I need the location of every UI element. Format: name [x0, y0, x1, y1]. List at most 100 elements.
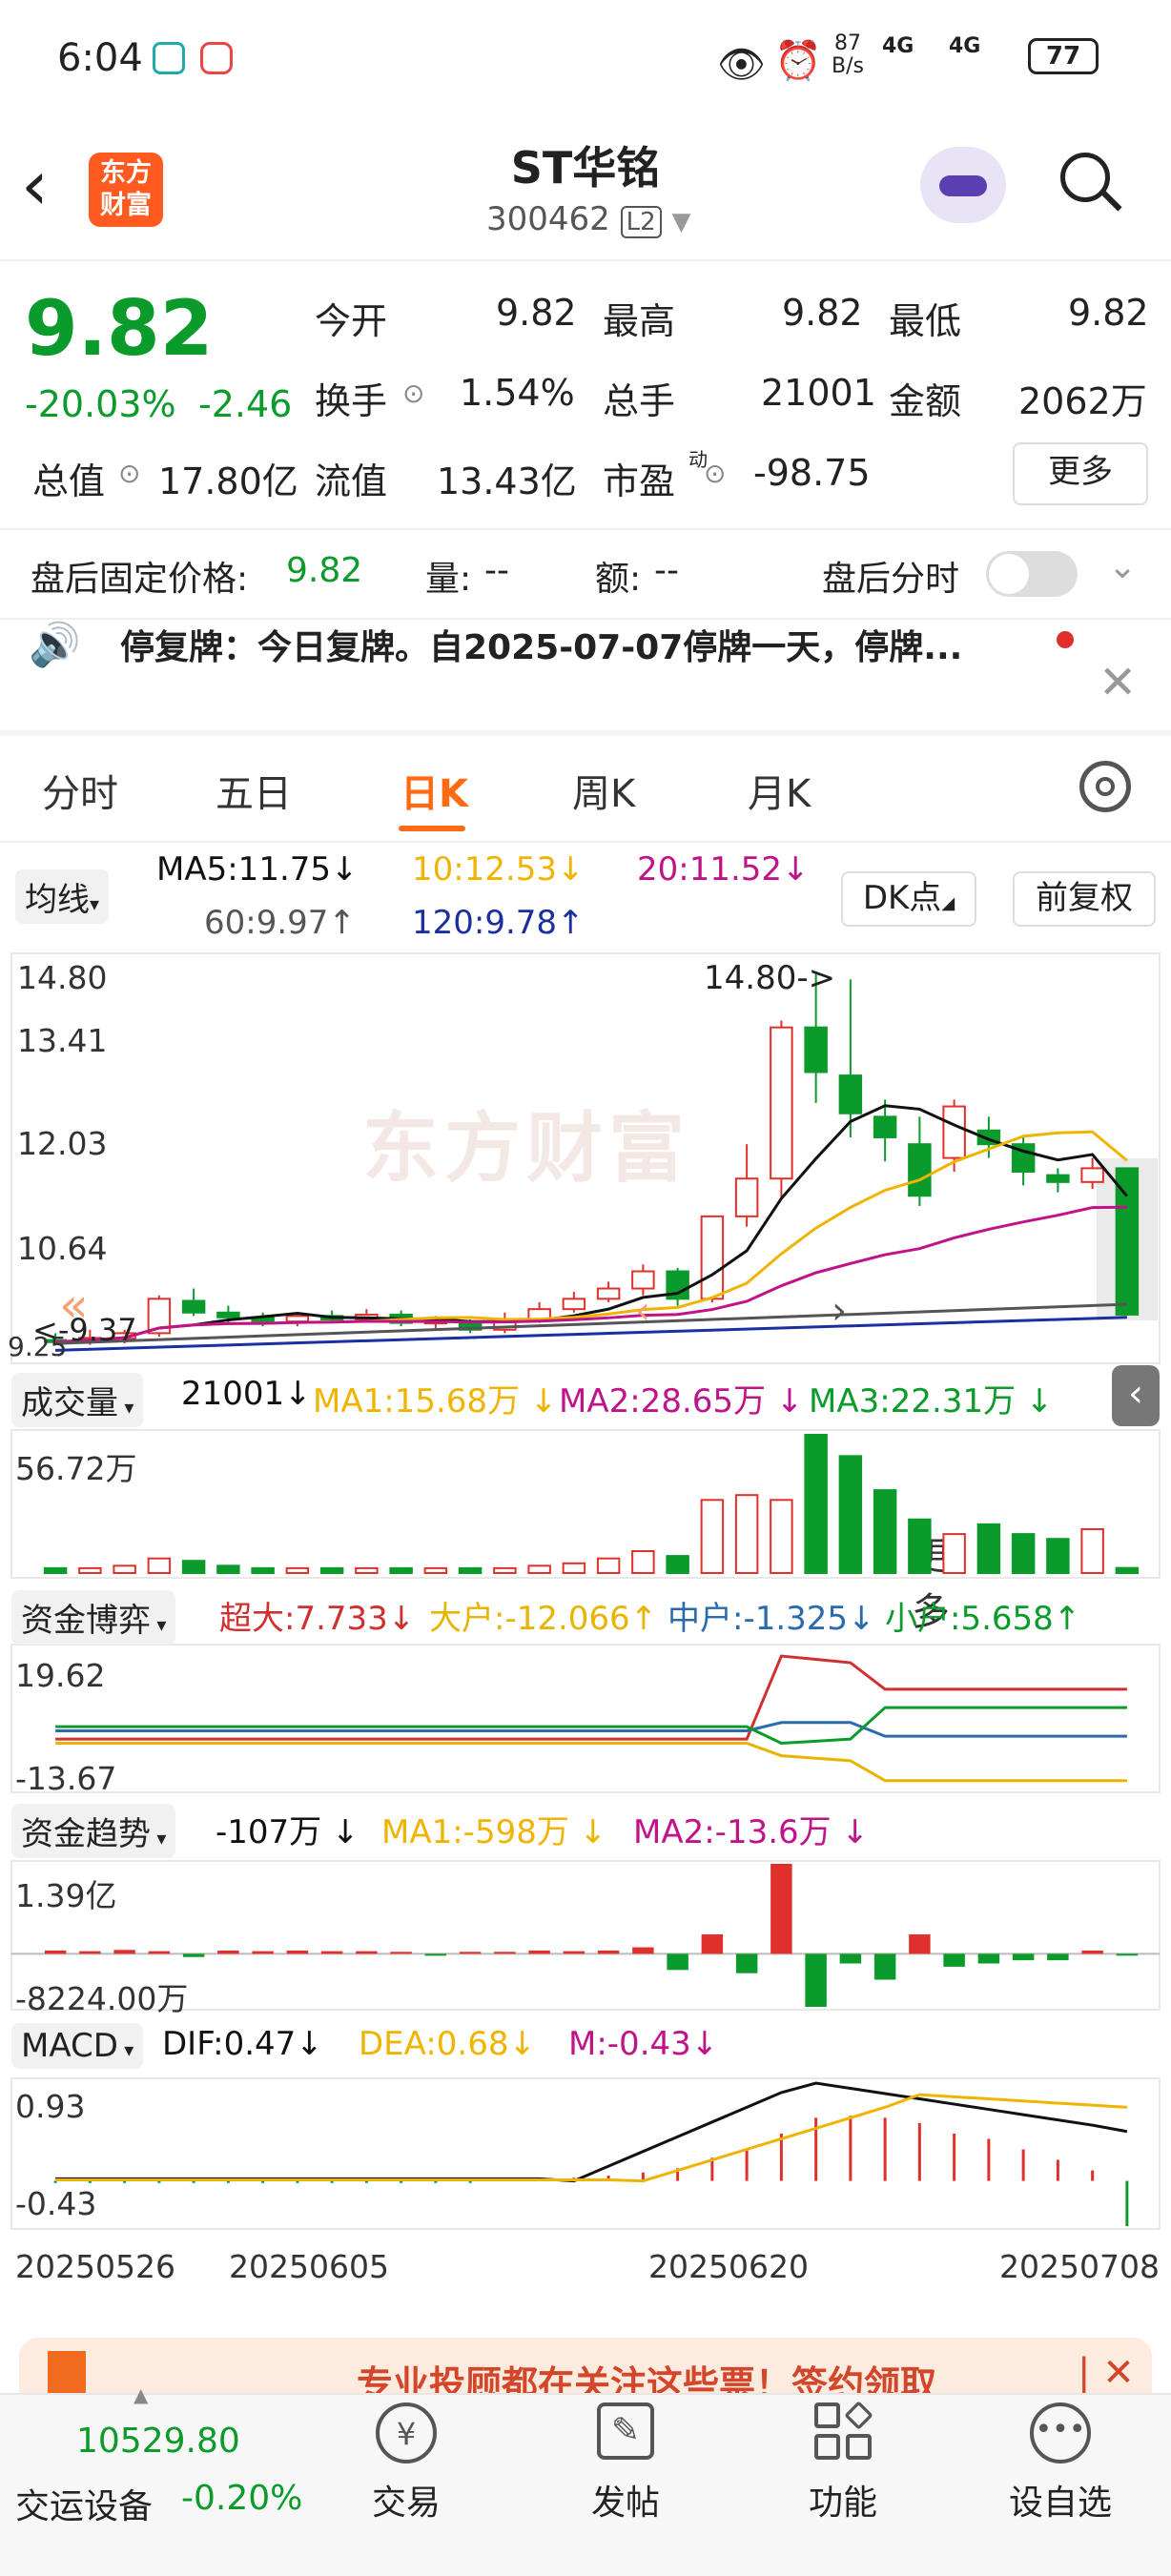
ma-selector[interactable]: 均线▾	[15, 869, 110, 924]
macd-y-bottom: -0.43	[15, 2185, 97, 2222]
nav-left-icon[interactable]: ‹	[635, 1289, 650, 1333]
clock: 6:04	[57, 36, 143, 80]
volume-bar	[319, 1566, 344, 1574]
after-hours-toggle[interactable]	[986, 551, 1078, 597]
turnover-label: 换手	[315, 380, 388, 422]
scroll-left-icon[interactable]: «	[59, 1278, 89, 1333]
open-label: 今开	[315, 300, 388, 342]
candle-body	[285, 1315, 310, 1323]
fund-trend-y-bottom: -8224.00万	[15, 1980, 189, 2017]
volume-ma1: MA1:15.68万 ↓	[313, 1382, 558, 1421]
more-button[interactable]: 更多	[1013, 442, 1148, 505]
y-label-2: 13.41	[17, 1022, 108, 1059]
volume-bar	[562, 1562, 586, 1575]
chevron-down-icon[interactable]: ⌄	[1108, 547, 1137, 586]
date-label-4: 20250708	[999, 2248, 1160, 2285]
close-icon[interactable]: ✕	[1099, 656, 1137, 709]
volume-bar	[147, 1557, 172, 1575]
volume-bar	[285, 1566, 310, 1574]
high-marker: 14.80->	[704, 959, 836, 997]
watchlist-nav-item[interactable]: ••• 设自选	[994, 2402, 1127, 2545]
candle-body	[596, 1287, 621, 1300]
trade-nav-item[interactable]: ¥ 交易	[339, 2402, 473, 2545]
volume-bar	[1046, 1538, 1070, 1574]
volume-bar	[251, 1566, 275, 1574]
low-value: 9.82	[1068, 292, 1149, 334]
macd-dif: DIF:0.47↓	[162, 2025, 323, 2063]
notice-bar[interactable]: 🔊 停复牌：今日复牌。自2025-07-07停牌一天，停牌... ✕	[0, 620, 1171, 725]
megaphone-icon	[48, 2351, 86, 2395]
candle-body	[631, 1270, 655, 1290]
fund-trend-bar	[286, 1950, 309, 1954]
fund-trend-bar	[494, 1952, 516, 1954]
info-icon[interactable]: ⊙	[402, 378, 424, 409]
expand-arrow-icon[interactable]: ▲	[134, 2383, 148, 2406]
nav-right-icon[interactable]: ›	[832, 1289, 847, 1333]
fund-game-selector[interactable]: 资金博弈 ▾	[11, 1590, 176, 1645]
robot-assistant-icon[interactable]	[920, 147, 1006, 223]
index-change[interactable]: -0.20%	[181, 2479, 302, 2518]
y-label-1: 14.80	[17, 959, 108, 996]
fund-trend-bar	[1012, 1953, 1035, 1961]
after-hours-label: 盘后固定价格:	[31, 560, 249, 599]
low-label: 最低	[889, 300, 962, 342]
macd-m: M:-0.43↓	[568, 2025, 719, 2063]
volume-bar	[631, 1549, 655, 1575]
volume-ma2: MA2:28.65万 ↓	[559, 1382, 804, 1421]
tab-fenshi[interactable]: 分时	[42, 763, 118, 818]
mktcap-label: 总值	[32, 460, 106, 502]
dk-point-button[interactable]: DK点◢	[841, 871, 976, 927]
tab-rik[interactable]: 日K	[401, 763, 468, 818]
fund-trend-bar	[148, 1951, 171, 1954]
search-icon[interactable]	[1060, 153, 1122, 212]
amount-value: 2062万	[1018, 380, 1147, 422]
date-label-2: 20250605	[229, 2248, 389, 2285]
info-icon[interactable]: ⊙	[118, 458, 140, 489]
fund-trend-bar	[356, 1951, 378, 1954]
info-icon[interactable]: ⊙	[704, 458, 726, 489]
volume-bar	[113, 1564, 136, 1575]
stock-code[interactable]: 300462 L2 ▼	[486, 200, 690, 238]
function-nav-item[interactable]: 功能	[776, 2401, 910, 2545]
notice-text: 停复牌：今日复牌。自2025-07-07停牌一天，停牌...	[120, 628, 963, 667]
macd-selector[interactable]: MACD ▾	[11, 2023, 144, 2069]
fund-trend-bar	[459, 1952, 482, 1954]
volume-bar	[423, 1566, 448, 1574]
amount-label: 金额	[889, 380, 962, 422]
fund-medium-line	[55, 1721, 1127, 1738]
volume-selector[interactable]: 成交量 ▾	[11, 1373, 144, 1427]
fund-trend-bar	[873, 1953, 896, 1980]
fund-trend-bar	[770, 1864, 792, 1954]
index-value[interactable]: 10529.80	[76, 2422, 240, 2461]
fund-trend-bar	[943, 1953, 965, 1967]
promo-banner[interactable]: 专业投顾都在关注这些票！签约领取 | ✕	[19, 2338, 1152, 2395]
volume-bar	[527, 1564, 551, 1575]
fund-trend-selector[interactable]: 资金趋势 ▾	[11, 1804, 176, 1858]
float-label: 流值	[315, 460, 388, 502]
candle-body	[700, 1215, 725, 1300]
tab-yuek[interactable]: 月K	[748, 763, 811, 818]
edit-icon: ✎	[597, 2402, 654, 2460]
volume-bar	[493, 1566, 517, 1574]
candle-body	[562, 1298, 586, 1311]
candle-body	[1080, 1167, 1104, 1183]
after-hours-vol-label: 量:	[425, 560, 472, 599]
adjust-button[interactable]: 前复权	[1013, 871, 1156, 927]
y-label-3: 12.03	[17, 1125, 108, 1162]
volume-y-label: 56.72万	[15, 1450, 137, 1487]
app-notification-icon-2	[200, 42, 233, 74]
candle-body	[216, 1311, 240, 1319]
close-icon[interactable]: | ✕	[1078, 2351, 1135, 2395]
fund-trend-bar	[563, 1951, 586, 1954]
post-nav-item[interactable]: ✎ 发帖	[559, 2402, 692, 2545]
collapse-icon[interactable]: ‹	[1112, 1365, 1160, 1426]
index-name[interactable]: 交运设备	[15, 2479, 153, 2528]
candle-body	[770, 1026, 793, 1180]
fund-trend-bar	[735, 1953, 758, 1973]
fund-super: 超大:7.733↓	[219, 1600, 416, 1638]
tab-wuri[interactable]: 五日	[216, 763, 292, 818]
tab-zhouk[interactable]: 周K	[572, 763, 635, 818]
gear-icon[interactable]	[1079, 761, 1131, 812]
kline-watermark: 东方财富	[362, 1104, 690, 1193]
trade-label: 交易	[371, 2484, 441, 2523]
